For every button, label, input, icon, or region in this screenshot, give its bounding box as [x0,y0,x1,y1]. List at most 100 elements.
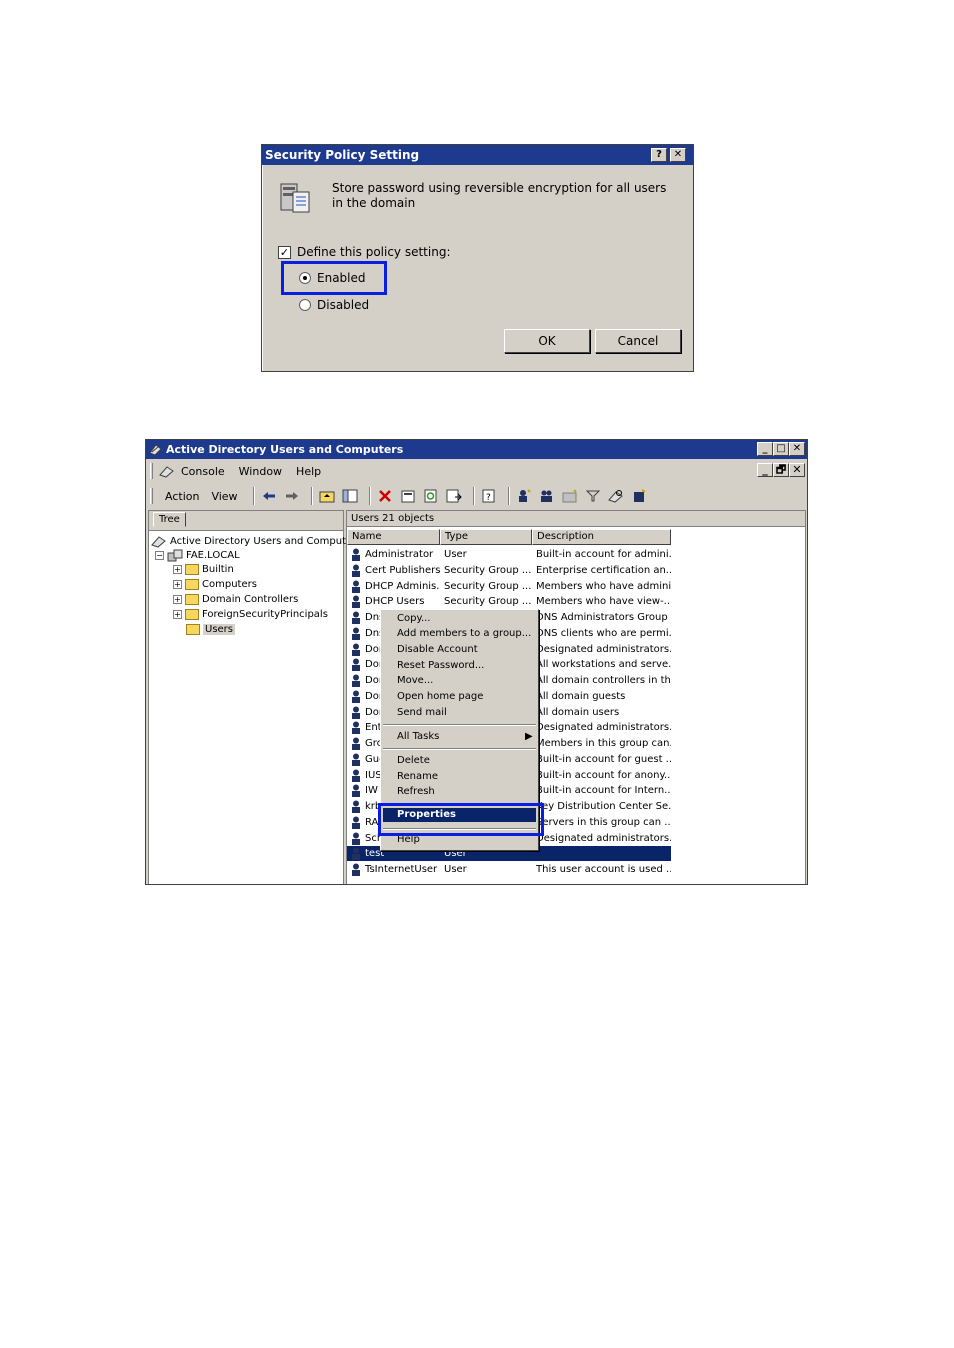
tree-pane: Tree Active Directory Users and Computer… [148,510,361,884]
new-user-icon[interactable] [515,487,533,505]
row-description: All domain controllers in th... [536,675,671,686]
column-name[interactable]: Name [347,529,440,545]
row-description: Members in this group can... [536,738,671,749]
expand-icon[interactable]: + [173,595,182,604]
tree-node-users[interactable]: Users [186,624,236,635]
new-group-icon[interactable] [538,487,556,505]
cancel-button[interactable]: Cancel [595,329,681,353]
help-button[interactable]: ? [651,148,667,162]
menu-item-send-mail[interactable]: Send mail [397,706,447,720]
disabled-radio[interactable]: Disabled [299,298,369,312]
toolbar-grip [150,488,153,504]
row-description: Enterprise certification an... [536,564,671,576]
delete-x-icon[interactable] [376,487,394,505]
show-tree-icon[interactable] [341,487,359,505]
radio-unselected-icon [299,299,311,311]
row-description: All workstations and serve... [536,659,671,671]
up-folder-icon[interactable] [318,487,336,505]
group-icon [352,721,360,735]
menu-item-copy[interactable]: Copy... [397,612,430,626]
help-book-icon[interactable]: ? [480,487,498,505]
menu-action[interactable]: Action [165,490,199,503]
add-to-group-icon[interactable] [630,487,648,505]
submenu-arrow-icon: ▶ [525,731,533,742]
folder-icon [185,579,199,590]
group-icon [352,832,360,845]
ad-app-icon [149,444,162,456]
group-icon [352,643,360,656]
svg-text:?: ? [486,493,491,503]
mdi-close-button[interactable]: ✕ [789,463,805,477]
row-description: DNS clients who are permi... [536,627,671,639]
back-arrow-icon[interactable] [260,487,278,505]
tree-label: Active Directory Users and Computers [170,535,362,547]
mdi-minimize-button[interactable]: _ [757,463,773,477]
define-policy-checkbox[interactable]: ✓ Define this policy setting: [278,245,450,259]
expand-icon[interactable]: + [173,610,182,619]
group-icon [352,627,360,640]
menu-item-open-home-page[interactable]: Open home page [397,690,483,704]
tab-tree[interactable]: Tree [153,512,186,527]
table-row[interactable]: DHCP Adminis... Security Group ... Members… [347,579,677,594]
menu-item-add-to-group[interactable]: Add members to a group... [397,627,531,641]
minimize-button[interactable]: _ [757,442,773,456]
ad-root-icon [151,536,166,548]
filter-icon[interactable] [584,487,602,505]
tree-node-computers[interactable]: + Computers [173,579,257,590]
window-close-button[interactable]: ✕ [789,442,805,456]
window-titlebar: Active Directory Users and Computers _ □… [146,440,807,459]
refresh-icon[interactable] [422,487,440,505]
menu-view[interactable]: View [211,490,237,503]
table-row[interactable]: Administrator User Built-in account for ad… [347,547,677,562]
forward-arrow-icon[interactable] [283,487,301,505]
group-icon [352,580,360,593]
tree-label: ForeignSecurityPrincipals [202,609,328,620]
ou-folder-icon [185,594,199,605]
tree-node-foreign-security-principals[interactable]: + ForeignSecurityPrincipals [173,609,328,620]
folder-icon [185,564,199,575]
group-icon [352,690,360,703]
table-row[interactable]: Cert Publishers Security Group ... Enterpr… [347,563,677,578]
column-type[interactable]: Type [440,529,532,545]
row-type: User [444,864,467,875]
table-row[interactable]: TsInternetUser User This user account is u… [347,862,677,877]
find-icon[interactable] [607,487,625,505]
expand-icon[interactable]: + [173,580,182,589]
maximize-button[interactable]: □ [773,442,789,456]
new-ou-icon[interactable] [561,487,579,505]
menu-help[interactable]: Help [296,465,321,478]
table-row[interactable]: DHCP Users Security Group ... Members who … [347,594,677,609]
row-name: DHCP Adminis... [365,580,440,592]
properties-highlight-box [378,803,544,836]
menu-item-reset-password[interactable]: Reset Password... [397,659,484,673]
menu-item-all-tasks[interactable]: All Tasks [397,730,439,744]
row-description: All domain guests [536,690,626,702]
dialog-titlebar: Security Policy Setting ? ✕ [262,145,693,165]
menu-item-refresh[interactable]: Refresh [397,785,435,799]
group-icon [352,595,360,609]
properties-icon[interactable] [399,487,417,505]
collapse-icon[interactable]: − [155,551,164,560]
main-toolbar: Action View ? [146,484,807,508]
menu-item-move[interactable]: Move... [397,674,433,688]
mdi-restore-button[interactable]: 🗗 [773,463,789,477]
menu-item-disable-account[interactable]: Disable Account [397,643,478,657]
menu-window[interactable]: Window [239,465,282,478]
ok-button[interactable]: OK [504,329,590,353]
tree-node-domain-controllers[interactable]: + Domain Controllers [173,594,298,605]
export-list-icon[interactable] [445,487,463,505]
group-icon [352,658,360,672]
tree-node-builtin[interactable]: + Builtin [173,564,234,575]
row-type: User [444,549,467,560]
toolbar-separator [368,487,371,505]
column-description[interactable]: Description [532,529,671,545]
menu-item-rename[interactable]: Rename [397,770,438,784]
tree-node-domain[interactable]: − FAE.LOCAL [155,549,240,562]
row-description: Built-in account for Intern... [536,785,671,797]
menu-console[interactable]: Console [181,465,225,478]
menu-item-delete[interactable]: Delete [397,754,430,768]
tree-node-root[interactable]: Active Directory Users and Computers [151,534,361,548]
close-button[interactable]: ✕ [670,148,686,162]
tree-label: FAE.LOCAL [186,550,240,561]
expand-icon[interactable]: + [173,565,182,574]
